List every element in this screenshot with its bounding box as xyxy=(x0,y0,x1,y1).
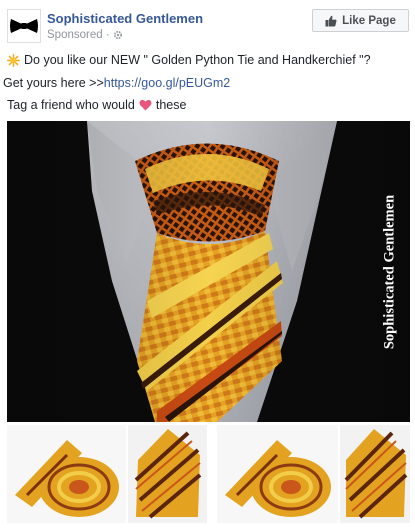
page-avatar[interactable] xyxy=(7,9,41,43)
thumbnail-handkerchief-1[interactable] xyxy=(128,425,207,523)
caption-line-2: Get yours here >> https://goo.gl/pEUGm2 xyxy=(3,76,230,90)
heart-emoji-icon xyxy=(139,99,152,111)
post-header: Sophisticated Gentlemen Sponsored · Like… xyxy=(0,0,415,50)
handkerchief-photo-2 xyxy=(340,425,410,523)
ad-main-photo[interactable] xyxy=(7,121,410,422)
bowtie-logo-icon xyxy=(10,19,38,33)
thumbnail-rolled-tie-2[interactable] xyxy=(217,425,338,523)
thumbnail-rolled-tie-1[interactable] xyxy=(7,425,126,523)
sponsored-label[interactable]: Sponsored · xyxy=(47,29,110,41)
gear-icon xyxy=(113,30,122,40)
sponsored-meta: Sponsored · xyxy=(47,29,123,41)
caption-line-1: Do you like our NEW " Golden Python Tie … xyxy=(7,53,371,67)
like-page-label: Like Page xyxy=(342,14,396,27)
caption-text-1: Do you like our NEW " Golden Python Tie … xyxy=(24,53,371,67)
caption-line-3: Tag a friend who would these xyxy=(7,98,186,112)
handkerchief-photo xyxy=(128,425,207,523)
brand-watermark: Sophisticated Gentlemen xyxy=(381,194,398,350)
sparkle-emoji-icon xyxy=(7,53,20,67)
thumbnail-handkerchief-2[interactable] xyxy=(340,425,410,523)
golden-tie-photo xyxy=(7,121,410,422)
rolled-tie-photo xyxy=(7,425,126,523)
caption-text-3a: Tag a friend who would xyxy=(7,98,135,112)
shop-link[interactable]: https://goo.gl/pEUGm2 xyxy=(104,76,230,90)
like-page-button[interactable]: Like Page xyxy=(312,9,409,32)
caption-prefix-2: Get yours here >> xyxy=(3,76,104,90)
page-name-link[interactable]: Sophisticated Gentlemen xyxy=(47,11,203,26)
thumbs-up-icon xyxy=(325,15,337,26)
rolled-tie-photo-2 xyxy=(217,425,338,523)
caption-text-3b: these xyxy=(155,98,187,112)
